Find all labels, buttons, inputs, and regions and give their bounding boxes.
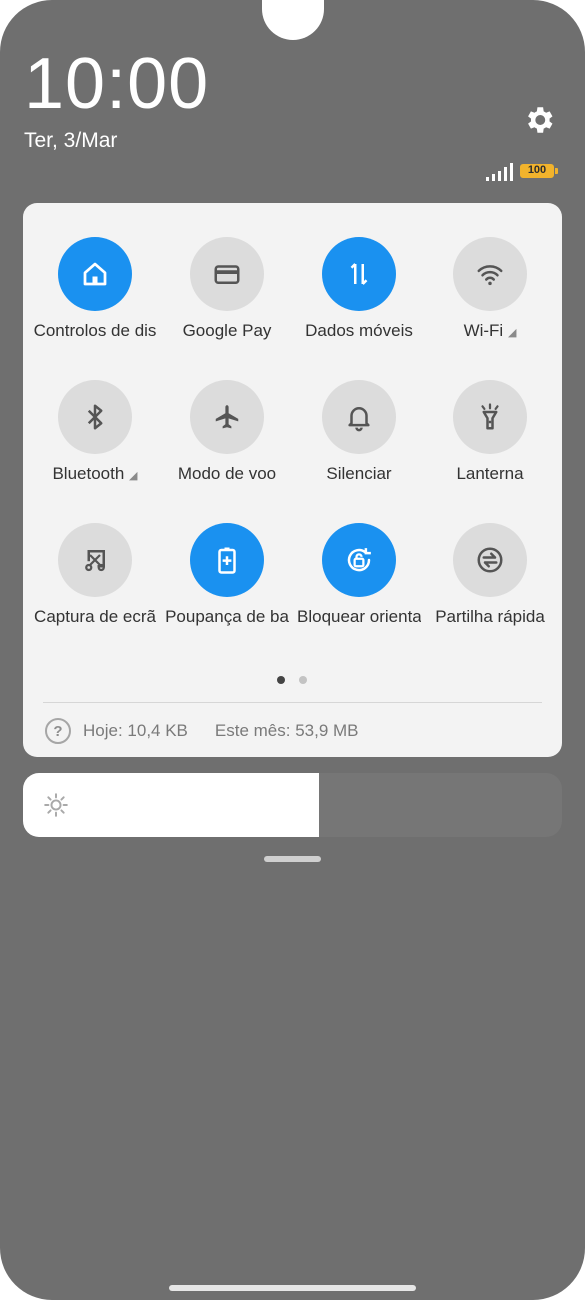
tile-airplane-mode[interactable]: Modo de voo — [161, 380, 293, 500]
tile-quick-share[interactable]: Partilha rápida — [424, 523, 556, 643]
data-usage[interactable]: ? Hoje: 10,4 KB Este mês: 53,9 MB — [45, 717, 359, 745]
page-dot-active[interactable] — [277, 676, 285, 684]
usage-today: Hoje: 10,4 KB — [83, 721, 188, 740]
tile-battery-saver[interactable]: Poupança de ba — [161, 523, 293, 643]
home-icon — [58, 237, 132, 311]
expand-triangle-icon: ◢ — [507, 327, 517, 339]
tile-label: Bloquear orienta — [297, 607, 421, 626]
tile-mobile-data[interactable]: Dados móveis — [293, 237, 425, 357]
expand-triangle-icon: ◢ — [129, 470, 138, 482]
flashlight-icon — [453, 380, 527, 454]
quick-share-icon — [453, 523, 527, 597]
camera-notch — [262, 0, 324, 40]
tile-label: Silenciar — [326, 464, 392, 483]
usage-month: Este mês: 53,9 MB — [214, 721, 359, 740]
quick-settings-panel: Controlos de dis Google Pay Dados móveis… — [23, 203, 562, 757]
tile-label: Dados móveis — [305, 321, 413, 340]
settings-gear-icon[interactable] — [522, 103, 556, 137]
bluetooth-icon — [58, 380, 132, 454]
tile-label: Partilha rápida — [435, 607, 545, 626]
page-dot[interactable] — [299, 676, 307, 684]
brightness-slider[interactable] — [23, 773, 562, 837]
brightness-sun-icon — [44, 793, 68, 817]
signal-icon — [486, 163, 513, 181]
notification-shade: 10:00 Ter, 3/Mar 100 Controlos de dis Go… — [0, 0, 585, 1300]
tile-google-pay[interactable]: Google Pay — [161, 237, 293, 357]
date-label: Ter, 3/Mar — [24, 129, 118, 152]
tile-device-controls[interactable]: Controlos de dis — [29, 237, 161, 357]
tile-label: Wi-Fi ◢ — [428, 321, 552, 341]
data-arrows-icon — [322, 237, 396, 311]
tile-label: Lanterna — [456, 464, 524, 483]
clock: 10:00 — [24, 44, 210, 124]
tile-bluetooth[interactable]: Bluetooth ◢ — [29, 380, 161, 500]
tile-label: Captura de ecrã — [34, 607, 156, 626]
tile-rotation-lock[interactable]: Bloquear orienta — [293, 523, 425, 643]
rotation-lock-icon — [322, 523, 396, 597]
battery-saver-icon — [190, 523, 264, 597]
tile-label-text: Wi-Fi — [463, 321, 504, 340]
airplane-icon — [190, 380, 264, 454]
tile-label: Controlos de dis — [33, 321, 157, 340]
tile-label: Google Pay — [182, 321, 272, 340]
tile-label: Poupança de ba — [165, 607, 289, 626]
tile-label-text: Bluetooth — [52, 464, 125, 483]
screenshot-icon — [58, 523, 132, 597]
home-gesture-bar[interactable] — [169, 1285, 416, 1291]
page-indicator — [277, 671, 321, 689]
divider — [43, 702, 542, 703]
tile-flashlight[interactable]: Lanterna — [424, 380, 556, 500]
tile-silence[interactable]: Silenciar — [293, 380, 425, 500]
shade-drag-handle[interactable] — [264, 856, 321, 862]
tile-wifi[interactable]: Wi-Fi ◢ — [424, 237, 556, 357]
help-icon: ? — [45, 718, 71, 744]
tile-screenshot[interactable]: Captura de ecrã — [29, 523, 161, 643]
battery-icon: 100 — [520, 164, 558, 178]
card-icon — [190, 237, 264, 311]
wifi-icon — [453, 237, 527, 311]
tile-label: Modo de voo — [177, 464, 277, 483]
bell-icon — [322, 380, 396, 454]
tile-label: Bluetooth ◢ — [33, 464, 157, 484]
